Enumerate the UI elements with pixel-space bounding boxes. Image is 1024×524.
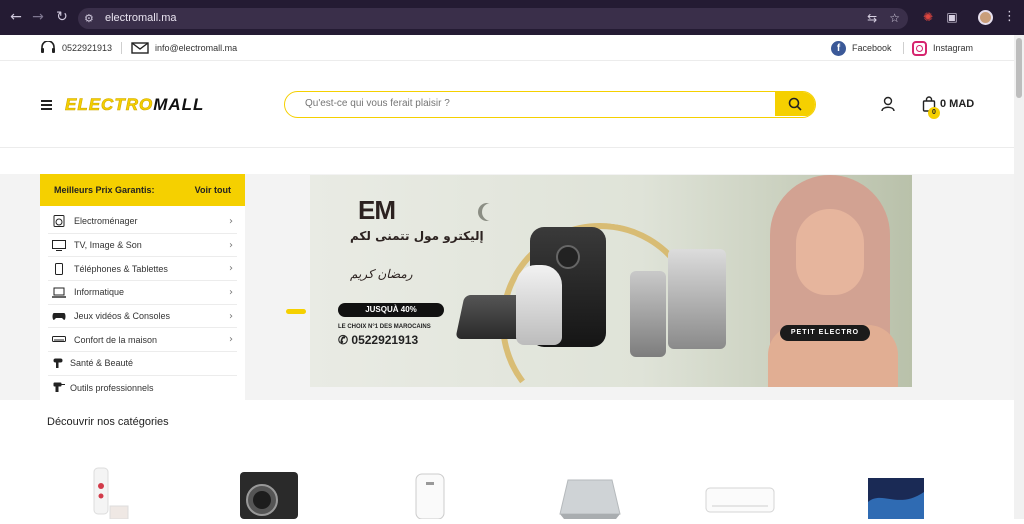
category-item-electromenager[interactable]: Electroménager › — [48, 210, 237, 234]
chevron-right-icon: › — [229, 334, 233, 346]
search-bar — [284, 91, 816, 118]
extensions-puzzle-icon[interactable]: ▣ — [944, 9, 960, 25]
facebook-icon: f — [831, 40, 846, 56]
laptop-image — [559, 479, 621, 519]
banner-promo-badge: JUSQUÀ 40% — [338, 303, 444, 317]
banner-brand-logo: EM — [358, 195, 396, 225]
television-image — [868, 478, 924, 519]
banner-phone: ✆ 0522921913 — [338, 333, 419, 347]
tv-icon — [52, 239, 66, 251]
email-address: info@electromall.ma — [155, 43, 238, 53]
browser-menu-icon[interactable]: ⋮ — [1003, 9, 1016, 25]
washing-machine-image — [240, 472, 298, 519]
chevron-right-icon: › — [229, 216, 233, 227]
hand-blender-image — [93, 467, 129, 520]
drill-icon — [52, 382, 66, 394]
water-heater-image — [415, 473, 445, 520]
category-card-air-conditioner[interactable] — [704, 462, 776, 519]
divider — [121, 42, 122, 54]
instagram-link[interactable]: Instagram — [912, 40, 974, 56]
contact-email[interactable]: info@electromall.ma — [131, 41, 237, 55]
banner-arabic-line: إليكترو مول تتمنى لكم — [350, 229, 484, 243]
reload-icon[interactable]: ↻ — [54, 9, 70, 25]
headset-icon — [41, 41, 55, 53]
hair-dryer-icon — [52, 357, 66, 369]
juicer-image — [516, 265, 562, 345]
air-conditioner-icon — [52, 334, 66, 346]
site-header: ELECTROMALL 0 0 MAD — [0, 62, 1014, 148]
extension-icon[interactable]: ✺ — [920, 9, 936, 25]
scrollbar-thumb[interactable] — [1016, 38, 1022, 98]
category-card-mixer[interactable] — [80, 462, 152, 520]
categories-menu-header: Meilleurs Prix Garantis: Voir tout — [40, 174, 245, 206]
washer-icon — [52, 215, 66, 228]
crescent-moon-decoration — [482, 203, 500, 221]
search-input[interactable] — [305, 98, 745, 109]
translate-icon[interactable]: ⇆ — [867, 11, 877, 26]
instagram-icon — [912, 40, 927, 56]
banner-arabic-greeting: رمضان كريم — [350, 267, 413, 281]
laptop-icon — [52, 286, 66, 298]
browser-toolbar: ← → ↻ ⚙ electromall.ma ⇆ ☆ ✺ ▣ ⋮ — [0, 0, 1024, 35]
category-item-informatique[interactable]: Informatique › — [48, 281, 237, 305]
profile-avatar[interactable] — [978, 10, 993, 25]
section-title: Découvrir nos catégories — [47, 416, 169, 428]
coffee-machine-image — [668, 249, 726, 349]
contact-phone[interactable]: 0522921913 — [40, 41, 112, 55]
search-button[interactable] — [775, 92, 815, 116]
chevron-right-icon: › — [229, 263, 233, 275]
menu-hamburger-icon[interactable] — [41, 100, 52, 110]
category-list: Electroménager › TV, Image & Son › Télép… — [48, 210, 237, 400]
url-text: electromall.ma — [105, 12, 177, 24]
category-item-tv[interactable]: TV, Image & Son › — [48, 234, 237, 258]
category-item-phones[interactable]: Téléphones & Tablettes › — [48, 257, 237, 282]
banner-category-badge: PETIT ELECTRO — [780, 325, 870, 341]
address-bar[interactable]: ⚙ electromall.ma ⇆ ☆ — [78, 8, 908, 29]
carousel-dot-active[interactable] — [286, 308, 306, 314]
category-item-sante-beaute[interactable]: Santé & Beauté — [48, 352, 237, 376]
category-card-tv[interactable] — [862, 462, 934, 519]
user-account-icon[interactable] — [881, 96, 895, 112]
blender-image — [630, 271, 666, 357]
forward-icon[interactable]: → — [30, 9, 46, 25]
site-info-icon[interactable]: ⚙ — [84, 12, 98, 25]
mail-icon — [131, 42, 149, 54]
category-card-washing-machine[interactable] — [232, 462, 304, 519]
search-icon — [788, 97, 802, 111]
air-conditioner-image — [705, 487, 775, 513]
chevron-right-icon: › — [229, 310, 233, 322]
bookmark-star-icon[interactable]: ☆ — [889, 11, 900, 26]
instagram-label: Instagram — [933, 43, 974, 53]
banner-tagline: LE CHOIX N°1 DES MAROCAINS — [338, 324, 431, 330]
chevron-right-icon: › — [229, 287, 233, 299]
category-item-outils[interactable]: Outils professionnels — [48, 376, 237, 400]
cart-count-badge: 0 — [928, 107, 940, 119]
hero-banner[interactable]: EM إليكترو مول تتمنى لكم رمضان كريم JUSQ… — [310, 175, 912, 387]
site-logo[interactable]: ELECTROMALL — [65, 95, 204, 114]
chevron-right-icon: › — [229, 239, 233, 251]
categories-menu: Meilleurs Prix Garantis: Voir tout Elect… — [40, 174, 245, 400]
category-card-laptop[interactable] — [550, 462, 622, 519]
phone-number: 0522921913 — [62, 43, 113, 53]
see-all-link[interactable]: Voir tout — [195, 185, 231, 195]
category-item-gaming[interactable]: Jeux vidéos & Consoles › — [48, 305, 237, 329]
gamepad-icon — [52, 310, 66, 322]
divider — [903, 42, 904, 54]
cart-total[interactable]: 0 MAD — [940, 98, 974, 110]
category-card-water-heater[interactable] — [400, 462, 472, 520]
phone-icon — [52, 262, 66, 275]
menu-title: Meilleurs Prix Garantis: — [54, 185, 155, 195]
scrollbar[interactable] — [1014, 35, 1024, 519]
category-item-confort[interactable]: Confort de la maison › — [48, 328, 237, 353]
facebook-link[interactable]: f Facebook — [831, 40, 892, 56]
back-icon[interactable]: ← — [8, 9, 24, 25]
top-info-bar: 0522921913 info@electromall.ma f Faceboo… — [0, 35, 1014, 61]
model-photo — [750, 175, 912, 387]
facebook-label: Facebook — [852, 43, 892, 53]
